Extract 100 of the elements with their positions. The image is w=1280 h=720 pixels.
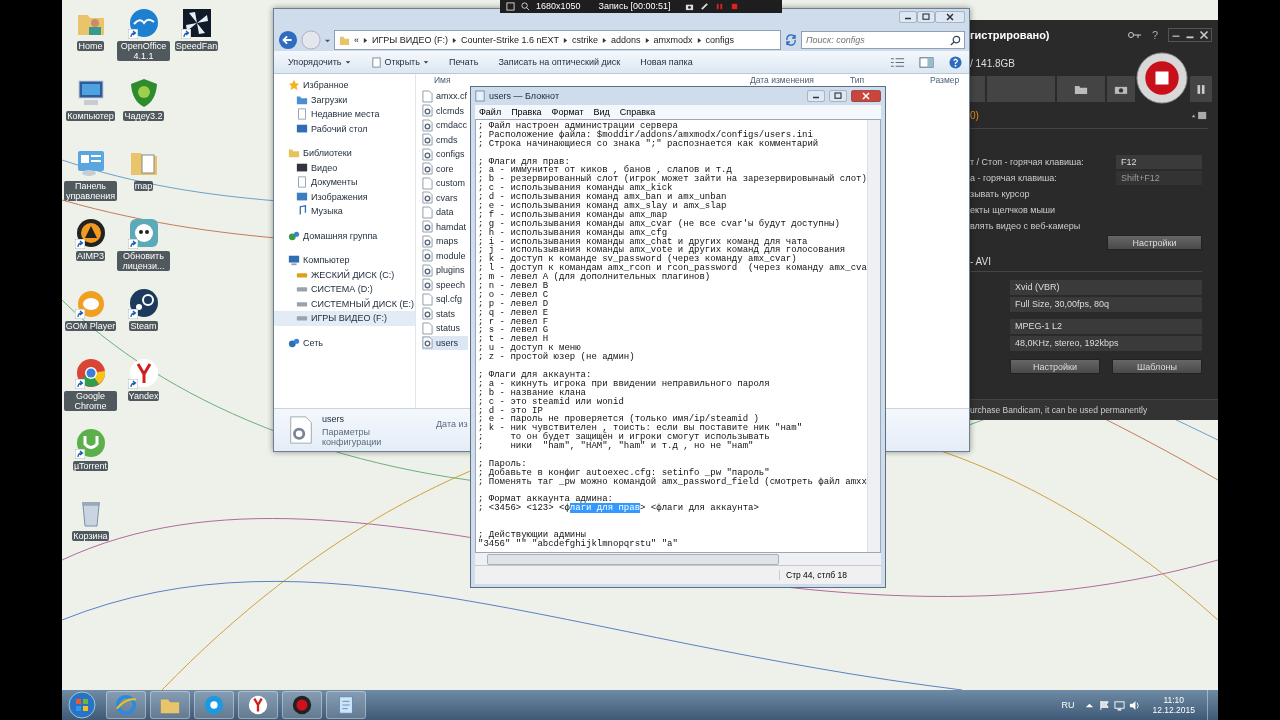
desktop-icon-label[interactable]: GOM Player — [64, 321, 117, 331]
nav-item[interactable]: Музыка — [274, 204, 415, 219]
breadcrumb-link[interactable]: ИГРЫ ВИДЕО (F:) — [372, 35, 448, 45]
nav-item[interactable]: ЖЕСКИЙ ДИСК (C:) — [274, 267, 415, 282]
file-item[interactable]: hamdat — [422, 219, 468, 234]
menu-item[interactable]: Вид — [593, 107, 610, 117]
file-item[interactable]: cvars — [422, 190, 468, 205]
breadcrumb-link[interactable]: configs — [705, 35, 735, 45]
menu-item[interactable]: Файл — [479, 107, 502, 117]
help-icon[interactable] — [948, 55, 963, 69]
separator-arrow-icon[interactable] — [562, 36, 568, 44]
pencil-icon[interactable] — [699, 2, 709, 11]
column-header[interactable]: Дата изменения — [750, 74, 850, 85]
desktop-icon-label[interactable]: map — [133, 181, 154, 191]
column-header[interactable]: Тип — [850, 74, 930, 85]
taskbar-button[interactable] — [194, 691, 234, 719]
nav-item[interactable]: Домашняя группа — [274, 228, 415, 243]
separator-arrow-icon[interactable] — [644, 36, 650, 44]
separator-arrow-icon[interactable] — [696, 36, 702, 44]
toolbar-button[interactable]: Открыть — [362, 54, 437, 70]
nav-item[interactable]: Документы — [274, 175, 415, 190]
taskbar-button[interactable] — [238, 691, 278, 719]
desktop-icon-label[interactable]: Yandex — [127, 391, 160, 401]
file-item[interactable]: users — [422, 335, 468, 350]
clock-time[interactable]: 11:10 — [1163, 695, 1185, 705]
file-item[interactable]: plugins — [422, 263, 468, 278]
desktop-icon-label[interactable]: Google Chrome — [64, 391, 117, 411]
file-item[interactable]: maps — [422, 234, 468, 249]
collapse-icon[interactable] — [1190, 110, 1208, 120]
view-options-icon[interactable] — [890, 55, 905, 69]
nav-item[interactable]: Библиотеки — [274, 146, 415, 161]
help-button[interactable]: ? — [1147, 29, 1162, 41]
breadcrumb-link[interactable]: amxmodx — [653, 35, 693, 45]
file-item[interactable]: amxx.cf — [422, 89, 468, 104]
network-icon[interactable] — [1114, 699, 1126, 711]
nav-item[interactable]: Компьютер — [274, 253, 415, 268]
file-item[interactable]: speech — [422, 277, 468, 292]
back-icon[interactable] — [278, 30, 298, 50]
breadcrumb-overflow[interactable]: « — [354, 35, 359, 45]
desktop-icon-label[interactable]: Панель управления — [64, 181, 117, 201]
stop-icon[interactable] — [729, 2, 739, 11]
nav-item[interactable]: СИСТЕМНЫЙ ДИСК (E:) — [274, 296, 415, 311]
steam-logo-icon[interactable] — [127, 287, 160, 319]
breadcrumb-link[interactable]: addons — [610, 35, 641, 45]
toolbar-button[interactable]: Записать на оптический диск — [490, 55, 629, 69]
start-button[interactable] — [68, 691, 96, 719]
desktop-icon-label[interactable]: Обновить лицензи... — [117, 251, 170, 271]
skull-icon[interactable] — [127, 217, 160, 249]
nav-item[interactable]: Видео — [274, 160, 415, 175]
flag-icon[interactable] — [1099, 699, 1111, 711]
desktop-icon-label[interactable]: Home — [77, 41, 104, 51]
file-item[interactable]: cmdacc — [422, 118, 468, 133]
volume-icon[interactable] — [1129, 699, 1141, 711]
folder-button[interactable] — [1057, 76, 1105, 102]
file-item[interactable]: clcmds — [422, 103, 468, 118]
menu-item[interactable]: Формат — [551, 107, 584, 117]
file-item[interactable]: status — [422, 321, 468, 336]
minimize-icon[interactable] — [807, 90, 825, 102]
desktop-icon-label[interactable]: OpenOffice 4.1.1 — [117, 41, 170, 61]
desktop-icon-label[interactable]: AIMP3 — [76, 251, 105, 261]
torrent-logo-icon[interactable] — [74, 427, 107, 459]
horizontal-scrollbar[interactable] — [475, 553, 881, 565]
fan-icon[interactable] — [180, 7, 213, 39]
refresh-icon[interactable] — [784, 33, 798, 47]
language-indicator[interactable]: RU — [1061, 700, 1075, 710]
separator-arrow-icon[interactable] — [363, 36, 368, 44]
file-item[interactable]: configs — [422, 147, 468, 162]
column-header[interactable]: Размер — [930, 74, 960, 85]
pause-button[interactable] — [1190, 76, 1212, 102]
file-item[interactable]: data — [422, 205, 468, 220]
desktop-icon-label[interactable]: Компьютер — [66, 111, 115, 121]
settings-button[interactable]: Настройки — [1107, 235, 1202, 250]
taskbar-button[interactable] — [282, 691, 322, 719]
nav-item[interactable]: Недавние места — [274, 107, 415, 122]
breadcrumb-link[interactable]: cstrike — [571, 35, 598, 45]
file-item[interactable]: core — [422, 161, 468, 176]
breadcrumb-link[interactable]: Counter-Strike 1.6 nEXT — [460, 35, 559, 45]
codec-button[interactable]: Шаблоны — [1112, 359, 1202, 374]
address-bar[interactable]: « ИГРЫ ВИДЕО (F:) Counter-Strike 1.6 nEXT cstrike addons amxmodx configs — [334, 30, 781, 50]
nav-item[interactable]: Изображения — [274, 189, 415, 204]
nav-item[interactable]: СИСТЕМА (D:) — [274, 282, 415, 297]
desktop-icon-label[interactable]: Чадеу3.2 — [123, 111, 164, 121]
desktop-icon-label[interactable]: Steam — [129, 321, 158, 331]
menu-item[interactable]: Правка — [511, 107, 542, 117]
close-icon[interactable] — [935, 11, 965, 23]
nav-item[interactable]: Сеть — [274, 335, 415, 350]
nav-item[interactable]: Рабочий стол — [274, 121, 415, 136]
nav-item[interactable]: Избранное — [274, 78, 415, 93]
file-item[interactable]: cmds — [422, 132, 468, 147]
screenshot-button[interactable] — [1107, 76, 1135, 102]
triangle-logo-icon[interactable] — [74, 217, 107, 249]
pause-icon[interactable] — [714, 2, 724, 11]
toolbar-button[interactable]: Печать — [440, 55, 487, 69]
desktop-icon-label[interactable]: SpeedFan — [174, 41, 219, 51]
minimize-icon[interactable] — [899, 11, 917, 23]
file-item[interactable]: stats — [422, 306, 468, 321]
file-item[interactable]: custom — [422, 176, 468, 191]
nav-item[interactable]: Загрузки — [274, 92, 415, 107]
bird-logo-icon[interactable] — [127, 7, 160, 39]
chrome-logo-icon[interactable] — [74, 357, 107, 389]
